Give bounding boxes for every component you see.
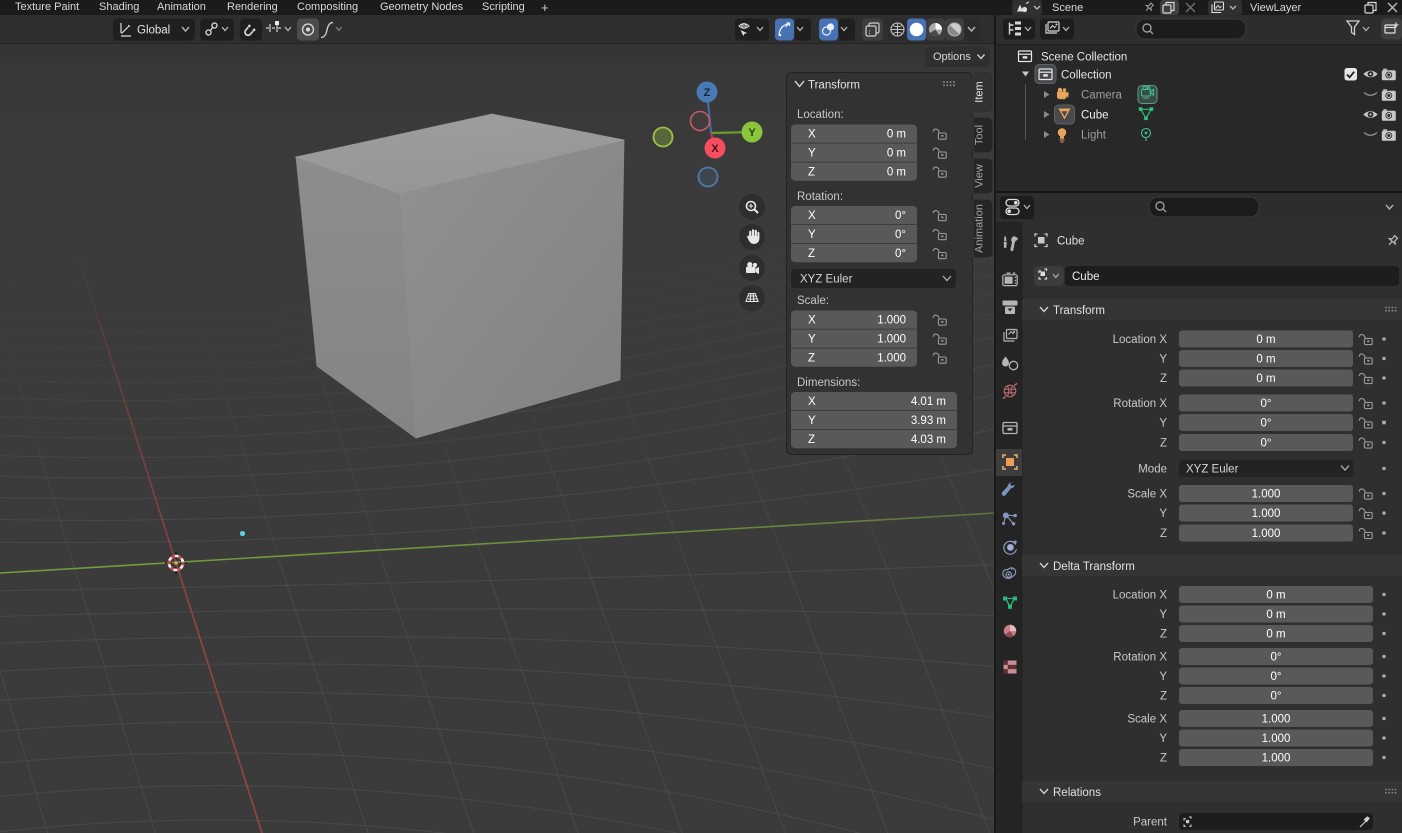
svg-text:1.000: 1.000 [877, 334, 906, 346]
svg-text:Y: Y [1159, 508, 1167, 520]
svg-text:Y: Y [808, 334, 816, 346]
svg-text:Location X: Location X [1113, 590, 1168, 602]
svg-text:Light: Light [1081, 130, 1107, 142]
svg-text:0 m: 0 m [887, 167, 906, 179]
svg-text:Z: Z [808, 248, 815, 260]
svg-text:0 m: 0 m [1256, 373, 1275, 385]
svg-text:0 m: 0 m [1256, 354, 1275, 366]
svg-text:0 m: 0 m [1266, 629, 1285, 641]
svg-text:Collection: Collection [1061, 70, 1112, 82]
svg-text:Cube: Cube [1072, 271, 1100, 283]
svg-text:0°: 0° [895, 248, 906, 260]
svg-text:XYZ Euler: XYZ Euler [1186, 464, 1239, 476]
svg-text:0 m: 0 m [1256, 334, 1275, 346]
svg-text:View: View [974, 164, 986, 188]
svg-text:X: X [808, 315, 816, 327]
svg-text:0 m: 0 m [1266, 609, 1285, 621]
svg-text:Transform: Transform [1053, 305, 1105, 317]
svg-text:Dimensions:: Dimensions: [797, 377, 860, 389]
svg-text:Y: Y [1159, 354, 1167, 366]
svg-text:0 m: 0 m [1266, 590, 1285, 602]
svg-text:X: X [711, 143, 719, 155]
svg-text:Parent: Parent [1133, 817, 1168, 829]
svg-text:Tool: Tool [974, 125, 986, 145]
svg-text:1.000: 1.000 [1262, 733, 1291, 745]
svg-text:X: X [808, 210, 816, 222]
svg-text:Scene Collection: Scene Collection [1041, 52, 1127, 64]
svg-text:Item: Item [974, 81, 986, 102]
svg-text:ViewLayer: ViewLayer [1250, 2, 1301, 14]
svg-text:Y: Y [808, 229, 816, 241]
svg-text:Z: Z [1160, 753, 1167, 765]
svg-text:Z: Z [1160, 438, 1167, 450]
svg-text:Animation: Animation [974, 204, 986, 253]
svg-text:1.000: 1.000 [877, 353, 906, 365]
svg-text:Mode: Mode [1138, 464, 1167, 476]
svg-text:Rotation X: Rotation X [1113, 652, 1167, 664]
svg-text:0°: 0° [1271, 691, 1282, 703]
svg-text:Y: Y [1159, 609, 1167, 621]
svg-text:Cube: Cube [1081, 110, 1109, 122]
svg-text:Z: Z [1160, 691, 1167, 703]
svg-text:Y: Y [1159, 418, 1167, 430]
svg-text:Z: Z [704, 87, 711, 99]
svg-text:Scene: Scene [1052, 2, 1083, 14]
svg-text:Z: Z [1160, 629, 1167, 641]
svg-text:Cube: Cube [1057, 236, 1085, 248]
svg-text:Z: Z [808, 353, 815, 365]
svg-text:Z: Z [808, 167, 815, 179]
svg-text:X: X [808, 129, 816, 141]
svg-text:Location X: Location X [1113, 334, 1168, 346]
svg-text:0°: 0° [895, 210, 906, 222]
svg-text:Scale:: Scale: [797, 295, 829, 307]
svg-text:Rotation:: Rotation: [797, 191, 843, 203]
svg-text:0°: 0° [1261, 398, 1272, 410]
svg-text:0°: 0° [1261, 438, 1272, 450]
svg-text:Rotation X: Rotation X [1113, 398, 1167, 410]
svg-text:Y: Y [808, 415, 816, 427]
svg-text:Scale X: Scale X [1127, 489, 1167, 501]
svg-text:Z: Z [808, 434, 815, 446]
svg-text:1.000: 1.000 [1252, 528, 1281, 540]
svg-text:XYZ Euler: XYZ Euler [800, 274, 853, 286]
svg-text:0°: 0° [895, 229, 906, 241]
svg-text:Transform: Transform [808, 80, 860, 92]
svg-text:Camera: Camera [1081, 90, 1123, 102]
svg-text:0 m: 0 m [887, 129, 906, 141]
svg-text:0°: 0° [1271, 671, 1282, 683]
svg-text:Y: Y [808, 148, 816, 160]
svg-text:4.01 m: 4.01 m [911, 396, 946, 408]
svg-text:Location:: Location: [797, 109, 844, 121]
svg-text:1.000: 1.000 [1252, 508, 1281, 520]
svg-text:Relations: Relations [1053, 787, 1101, 799]
svg-text:X: X [808, 396, 816, 408]
svg-text:0 m: 0 m [887, 148, 906, 160]
svg-text:0°: 0° [1271, 652, 1282, 664]
svg-text:Z: Z [1160, 528, 1167, 540]
svg-text:Y: Y [748, 127, 756, 139]
svg-text:1.000: 1.000 [877, 315, 906, 327]
svg-text:Delta Transform: Delta Transform [1053, 561, 1135, 573]
svg-text:Y: Y [1159, 671, 1167, 683]
svg-text:1.000: 1.000 [1252, 489, 1281, 501]
svg-text:3.93 m: 3.93 m [911, 415, 946, 427]
svg-text:4.03 m: 4.03 m [911, 434, 946, 446]
svg-text:0°: 0° [1261, 418, 1272, 430]
svg-text:1.000: 1.000 [1262, 714, 1291, 726]
svg-text:1.000: 1.000 [1262, 753, 1291, 765]
svg-text:Global: Global [137, 25, 170, 37]
svg-text:Z: Z [1160, 373, 1167, 385]
svg-text:Scale X: Scale X [1127, 714, 1167, 726]
svg-text:Y: Y [1159, 733, 1167, 745]
